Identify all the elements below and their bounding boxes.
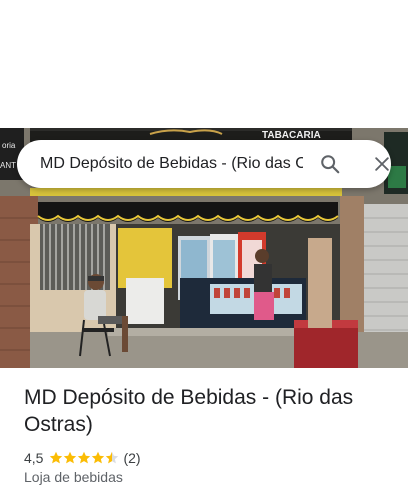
star-icon <box>50 451 63 464</box>
rating-row[interactable]: 4,5 (2) <box>24 449 141 467</box>
left-sign-text-2: ANT <box>0 161 16 170</box>
star-icon <box>106 451 119 464</box>
search-input[interactable]: MD Depósito de Bebidas - (Rio das Ostras… <box>40 140 303 188</box>
place-category: Loja de bebidas <box>24 469 123 485</box>
left-sign-text: oria <box>2 141 16 150</box>
clear-search-button[interactable] <box>366 148 398 180</box>
search-button[interactable] <box>314 148 346 180</box>
star-icon <box>64 451 77 464</box>
star-icon <box>92 451 105 464</box>
review-count[interactable]: (2) <box>123 450 140 466</box>
search-bar: MD Depósito de Bebidas - (Rio das Ostras… <box>17 140 391 188</box>
search-icon <box>321 155 340 174</box>
place-title: MD Depósito de Bebidas - (Rio das Ostras… <box>24 386 354 436</box>
close-icon <box>375 157 389 171</box>
star-rating <box>49 451 119 465</box>
star-icon <box>78 451 91 464</box>
rating-value: 4,5 <box>24 450 44 466</box>
